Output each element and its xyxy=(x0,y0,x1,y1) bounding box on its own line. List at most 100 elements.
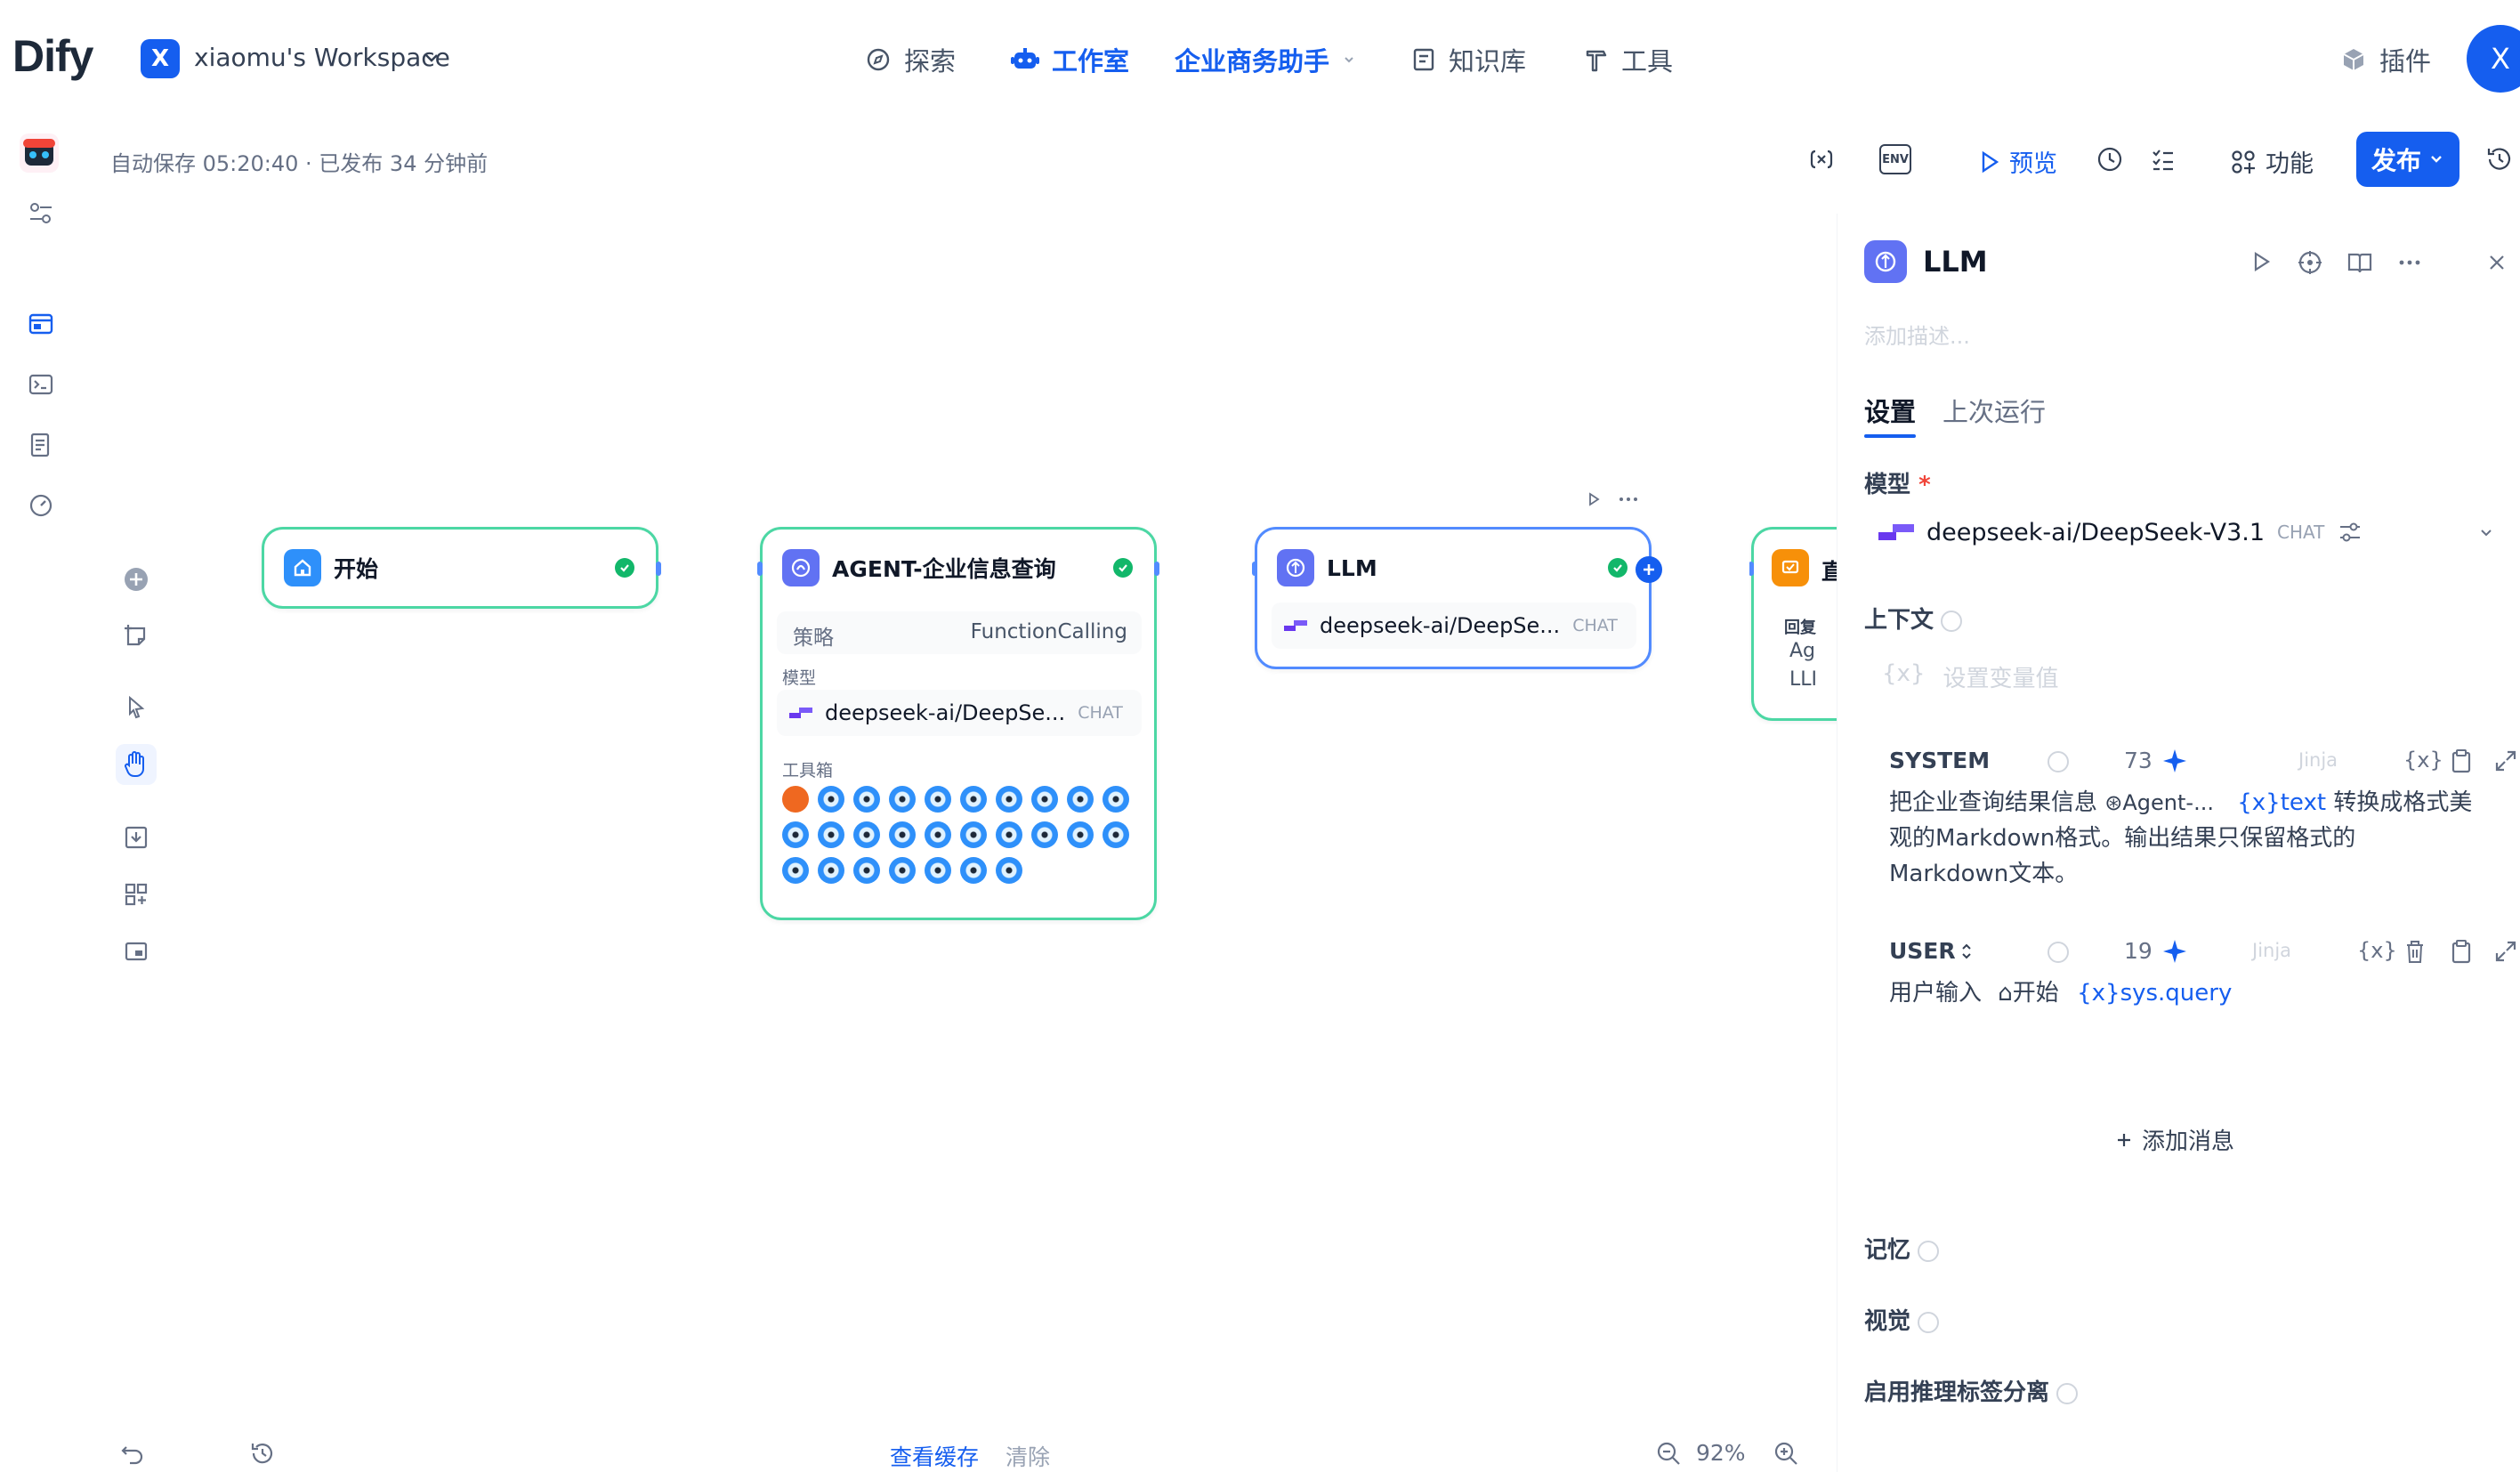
zoom-level[interactable]: 92% xyxy=(1696,1440,1746,1466)
add-node-icon[interactable] xyxy=(121,564,151,594)
chevron-down-icon[interactable] xyxy=(2478,525,2494,541)
tab-settings[interactable]: 设置 xyxy=(1864,392,1916,438)
context-variable-input[interactable]: {x} 设置变量值 xyxy=(1882,660,2059,693)
export-image-icon[interactable] xyxy=(121,822,151,853)
jinja-toggle[interactable]: Jinja xyxy=(2252,940,2291,961)
system-prompt-text[interactable]: 把企业查询结果信息 ⊛Agent-... {x}text 转换成格式美 观的Ma… xyxy=(1889,785,2503,892)
tab-last-run[interactable]: 上次运行 xyxy=(1942,392,2046,429)
nav-plugins[interactable]: 插件 xyxy=(2340,41,2431,78)
input-handle[interactable] xyxy=(1749,562,1754,576)
copy-icon[interactable] xyxy=(2450,938,2473,965)
ai-generate-sparkle-icon[interactable] xyxy=(2161,938,2188,965)
vision-label: 视觉 xyxy=(1864,1308,1911,1335)
input-handle[interactable] xyxy=(1252,562,1257,576)
add-message-button[interactable]: 添加消息 xyxy=(2115,1123,2234,1156)
output-handle[interactable] xyxy=(656,562,661,576)
docs-book-icon[interactable] xyxy=(2346,249,2373,276)
monitor-gauge-icon[interactable] xyxy=(27,491,55,520)
model-section-label: 模型 * xyxy=(1864,466,1931,499)
features-button[interactable]: 功能 xyxy=(2230,144,2314,179)
help-icon[interactable] xyxy=(1941,610,1963,632)
nav-knowledge-label: 知识库 xyxy=(1449,46,1527,77)
logs-icon[interactable] xyxy=(27,431,55,459)
workspace-badge[interactable]: X xyxy=(141,39,180,78)
more-icon[interactable] xyxy=(1618,491,1639,507)
close-icon[interactable] xyxy=(2485,251,2508,274)
nav-studio[interactable]: 工作室 xyxy=(1011,41,1129,78)
user-var-ref: sys.query xyxy=(2120,980,2233,1007)
add-next-node-button[interactable] xyxy=(1636,556,1662,583)
chevron-down-icon[interactable] xyxy=(424,50,440,66)
minimap-icon[interactable] xyxy=(121,936,151,967)
more-icon[interactable] xyxy=(2396,249,2423,276)
history-icon[interactable] xyxy=(249,1440,276,1467)
llm-node[interactable]: LLM deepseek-ai/DeepSe... CHAT xyxy=(1252,527,1662,669)
agent-model-label: 模型 xyxy=(782,668,817,688)
nav-tools[interactable]: 工具 xyxy=(1584,41,1673,78)
workspace-name[interactable]: xiaomu's Workspace xyxy=(194,43,450,72)
user-role-selector[interactable]: USER xyxy=(1889,938,1974,964)
zoom-out-icon[interactable] xyxy=(1655,1440,1682,1467)
help-icon[interactable] xyxy=(1918,1311,1940,1333)
organize-icon[interactable] xyxy=(121,879,151,910)
chevron-down-icon xyxy=(1345,57,1353,63)
add-note-icon[interactable] xyxy=(121,621,151,651)
agent-node[interactable]: AGENT-企业信息查询 策略 FunctionCalling 模型 deeps… xyxy=(757,527,1159,920)
run-node-icon[interactable] xyxy=(2249,249,2274,274)
search-tool-icon xyxy=(818,786,844,813)
insert-variable-icon[interactable]: {x} xyxy=(2403,748,2443,772)
user-prompt-text[interactable]: 用户输入 ⌂开始 {x}sys.query xyxy=(1889,975,2232,1011)
input-handle[interactable] xyxy=(757,562,763,576)
model-selector[interactable]: deepseek-ai/DeepSeek-V3.1 CHAT xyxy=(1864,507,2503,557)
view-cache-link[interactable]: 查看缓存 xyxy=(890,1440,979,1472)
description-input[interactable]: 添加描述... xyxy=(1864,319,1970,350)
app-switcher[interactable]: 企业商务助手 xyxy=(1175,41,1356,78)
help-icon[interactable] xyxy=(2056,1382,2079,1404)
app-icon[interactable] xyxy=(20,133,59,173)
llm-node-title: LLM xyxy=(1327,554,1377,581)
nav-knowledge[interactable]: 知识库 xyxy=(1411,41,1526,78)
trash-icon[interactable] xyxy=(2403,938,2427,965)
panel-title[interactable]: LLM xyxy=(1923,245,1988,279)
system-role-label: SYSTEM xyxy=(1889,748,1991,773)
env-button[interactable]: ENV xyxy=(1879,144,1911,174)
expand-icon[interactable] xyxy=(2494,940,2517,963)
variable-inspect-icon[interactable] xyxy=(1806,144,1837,174)
ai-generate-sparkle-icon[interactable] xyxy=(2161,748,2188,774)
run-history-icon[interactable] xyxy=(2095,144,2125,174)
preview-button[interactable]: 预览 xyxy=(1979,144,2057,179)
clock-tool-icon xyxy=(782,786,809,813)
pointer-icon[interactable] xyxy=(121,692,151,723)
nav-explore[interactable]: 探索 xyxy=(865,41,956,78)
play-icon[interactable] xyxy=(1586,491,1602,507)
answer-line-1: Ag xyxy=(1789,640,1816,662)
expand-icon[interactable] xyxy=(2494,749,2517,772)
sliders-icon[interactable] xyxy=(27,199,55,228)
undo-icon[interactable] xyxy=(119,1440,146,1467)
output-handle[interactable] xyxy=(1154,562,1159,576)
publish-button[interactable]: 发布 xyxy=(2356,132,2459,187)
deepseek-model-icon xyxy=(1284,620,1307,631)
hand-tool-button[interactable] xyxy=(116,744,157,785)
help-icon[interactable] xyxy=(2048,751,2069,772)
compass-icon xyxy=(867,48,890,71)
help-icon[interactable] xyxy=(1918,1240,1940,1262)
insert-variable-icon[interactable]: {x} xyxy=(2357,938,2397,963)
dify-logo[interactable]: Dify xyxy=(12,30,93,82)
user-avatar[interactable]: X xyxy=(2467,25,2520,93)
start-node[interactable]: 开始 xyxy=(262,527,661,609)
model-params-icon[interactable] xyxy=(2337,519,2363,546)
checklist-icon[interactable] xyxy=(2148,144,2178,174)
answer-node-clip: 直 回复 Ag LLI xyxy=(1749,525,1837,724)
terminal-icon[interactable] xyxy=(27,370,55,399)
orchestrate-icon[interactable] xyxy=(27,310,55,338)
help-icon[interactable] xyxy=(2048,942,2069,963)
answer-node[interactable]: 直 回复 Ag LLI xyxy=(1749,527,1837,721)
copy-icon[interactable] xyxy=(2450,748,2473,774)
clear-link[interactable]: 清除 xyxy=(1006,1440,1050,1472)
locate-icon[interactable] xyxy=(2297,249,2323,276)
jinja-toggle[interactable]: Jinja xyxy=(2298,749,2338,771)
zoom-in-icon[interactable] xyxy=(1773,1440,1799,1467)
version-history-icon[interactable] xyxy=(2484,144,2515,174)
model-name: deepseek-ai/DeepSeek-V3.1 xyxy=(1926,518,2266,546)
